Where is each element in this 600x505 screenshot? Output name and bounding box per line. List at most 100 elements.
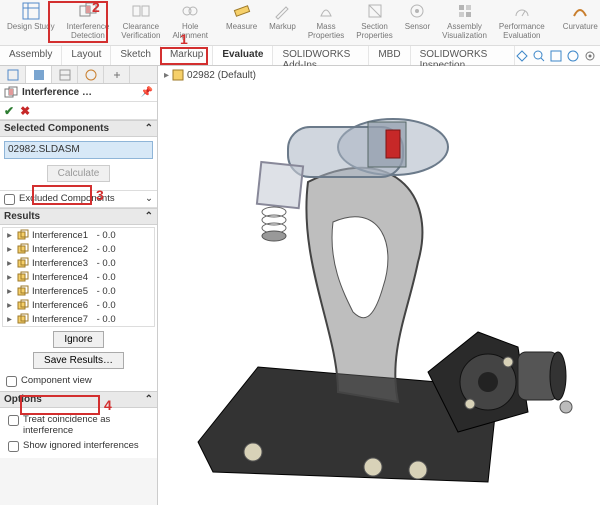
tab-sketch[interactable]: Sketch [111,46,161,65]
interference-icon [4,86,18,100]
save-results-button[interactable]: Save Results… [33,352,124,369]
expand-icon[interactable]: ▸ [5,244,14,255]
fm-tab-tree[interactable] [0,66,26,83]
curvature-icon [571,2,589,20]
result-item[interactable]: ▸ Interference3 - 0.0 [3,256,154,270]
component-view-label: Component view [21,375,92,386]
show-ignored-checkbox[interactable] [8,441,19,452]
ok-button[interactable]: ✔ [4,104,14,118]
expand-icon[interactable]: ▸ [5,230,14,241]
ribbon-item-label: Sensor [405,22,430,31]
result-name: Interference1 [32,230,88,241]
ribbon-performance-evaluation[interactable]: Performance Evaluation [494,2,550,44]
ribbon-clearance-verification[interactable]: Clearance Verification [116,2,165,44]
ribbon-sensor[interactable]: Sensor [400,2,435,44]
pm-confirm-row: ✔ ✖ [0,102,157,120]
result-item[interactable]: ▸Interference6 - 0.0 [3,298,154,312]
result-name: Interference6 [32,300,88,311]
result-item[interactable]: ▸Interference2 - 0.0 [3,242,154,256]
component-view-checkbox[interactable] [6,376,17,387]
section-header-results[interactable]: Results ⌃ [0,208,157,225]
command-tab-bar: Assembly Layout Sketch Markup Evaluate S… [0,46,600,66]
result-item[interactable]: ▸Interference5 - 0.0 [3,284,154,298]
graphics-viewport[interactable]: ▸ 02982 (Default) [158,66,600,505]
tab-solidworks-inspection[interactable]: SOLIDWORKS Inspection [411,46,515,65]
interference-result-icon [17,299,29,311]
collapse-icon: ⌃ [145,394,153,405]
ribbon-item-label: Design Study [7,22,55,31]
ribbon-interference-detection[interactable]: Interference Detection [62,2,115,44]
asmvis-icon [456,2,474,20]
treat-coincidence-label: Treat coincidence as interference [23,414,149,436]
zoom-fit-icon[interactable] [532,49,546,63]
cancel-button[interactable]: ✖ [20,104,30,118]
result-value: - 0.0 [97,272,116,283]
result-item[interactable]: ▸Interference4 - 0.0 [3,270,154,284]
tab-assembly[interactable]: Assembly [0,46,62,65]
hole-icon [181,2,199,20]
section-selected-body: 02982.SLDASM Calculate [0,137,157,190]
section-header-options[interactable]: Options ⌃ [0,391,157,408]
ribbon-mass-properties[interactable]: Mass Properties [303,2,349,44]
feature-manager-tabbar [0,66,157,84]
ribbon-assembly-visualization[interactable]: Assembly Visualization [437,2,492,44]
result-name: Interference5 [32,286,88,297]
ribbon-curvature[interactable]: Curvature [558,2,600,44]
fm-tab-display[interactable] [78,66,104,83]
result-name: Interference3 [32,258,88,269]
ribbon-item-label: Performance Evaluation [499,22,545,40]
tab-evaluate[interactable]: Evaluate [213,46,273,65]
ribbon-markup[interactable]: Markup [264,2,301,44]
treat-coincidence-checkbox[interactable] [8,415,19,426]
result-item[interactable]: ▸Interference7 - 0.0 [3,312,154,326]
collapse-icon: ⌄ [145,193,153,204]
ribbon-measure[interactable]: Measure [221,2,262,44]
results-list[interactable]: ▸ Interference1 - 0.0 ▸Interference2 - 0.… [2,227,155,327]
tab-mbd[interactable]: MBD [369,46,410,65]
expand-icon[interactable]: ▸ [5,286,14,297]
result-value: - 0.0 [97,258,116,269]
orientation-icon[interactable] [515,49,529,63]
tab-solidworks-addins[interactable]: SOLIDWORKS Add-Ins [273,46,369,65]
ribbon-section-properties[interactable]: Section Properties [351,2,397,44]
section-header-selected[interactable]: Selected Components ⌃ [0,120,157,137]
ribbon-item-label: Interference Detection [67,22,110,40]
collapse-icon: ⌃ [145,123,153,134]
expand-icon[interactable]: ▸ [5,300,14,311]
tab-markup[interactable]: Markup [161,46,213,65]
ignore-button[interactable]: Ignore [53,331,103,348]
ribbon-design-study[interactable]: Design Study [2,2,60,44]
excluded-components-label: Excluded Components [19,193,115,204]
calculate-button[interactable]: Calculate [47,165,111,182]
expand-icon[interactable]: ▸ [5,258,14,269]
pm-title-row: Interference … 📌 [0,84,157,102]
ribbon-toolbar: Design Study Interference Detection Clea… [0,0,600,46]
ribbon-item-label: Measure [226,22,257,31]
zoom-window-icon[interactable] [549,49,563,63]
fm-tab-property[interactable] [26,66,52,83]
selected-component-field[interactable]: 02982.SLDASM [4,141,153,159]
result-name: Interference7 [32,314,88,325]
gear-icon[interactable] [583,49,597,63]
interference-result-icon [17,243,29,255]
fm-tab-config[interactable] [52,66,78,83]
table-icon [22,2,40,20]
fm-tab-more[interactable] [104,66,130,83]
interference-icon [79,2,97,20]
result-value: - 0.0 [97,230,116,241]
ribbon-item-label: Assembly Visualization [442,22,487,40]
result-item[interactable]: ▸ Interference1 - 0.0 [3,228,154,242]
mass-icon [317,2,335,20]
pin-icon[interactable]: 📌 [141,87,153,98]
expand-icon[interactable]: ▸ [5,314,14,325]
display-state-icon[interactable] [566,49,580,63]
expand-icon[interactable]: ▸ [5,272,14,283]
excluded-components-checkbox[interactable] [4,194,15,205]
ribbon-hole-alignment[interactable]: Hole Alignment [167,2,213,44]
interference-result-icon [17,257,29,269]
measure-icon [233,2,251,20]
tab-layout[interactable]: Layout [62,46,111,65]
markup-icon [273,2,291,20]
section-header-label: Selected Components [4,123,109,134]
clearance-icon [132,2,150,20]
